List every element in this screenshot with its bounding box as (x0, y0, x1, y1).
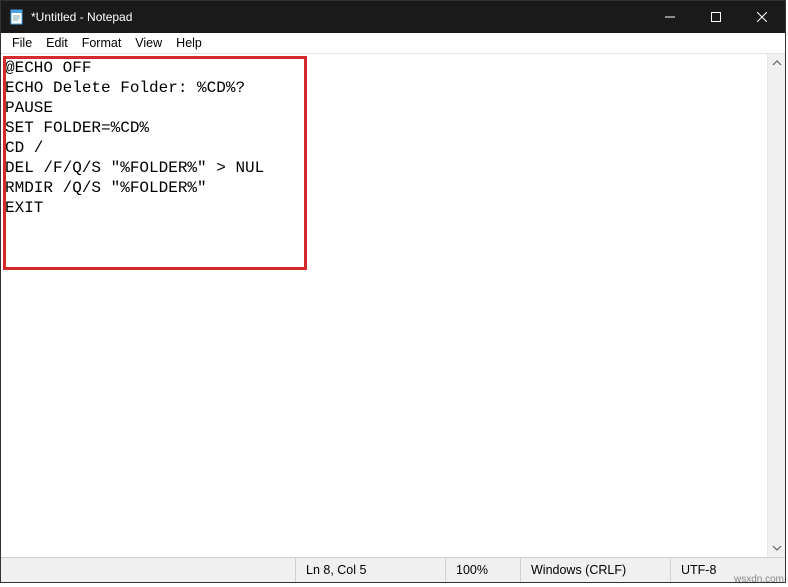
notepad-window: *Untitled - Notepad File Edit Format Vie… (0, 0, 786, 583)
window-title: *Untitled - Notepad (31, 10, 647, 24)
status-spacer (1, 558, 295, 582)
content-area: @ECHO OFF ECHO Delete Folder: %CD%? PAUS… (1, 54, 785, 557)
status-encoding: UTF-8 (670, 558, 785, 582)
menu-format[interactable]: Format (75, 34, 129, 52)
menu-view[interactable]: View (128, 34, 169, 52)
status-zoom: 100% (445, 558, 520, 582)
text-editor[interactable]: @ECHO OFF ECHO Delete Folder: %CD%? PAUS… (1, 54, 767, 557)
status-line-ending: Windows (CRLF) (520, 558, 670, 582)
menu-edit[interactable]: Edit (39, 34, 75, 52)
status-cursor-position: Ln 8, Col 5 (295, 558, 445, 582)
maximize-button[interactable] (693, 1, 739, 33)
scroll-up-icon[interactable] (772, 54, 782, 72)
titlebar[interactable]: *Untitled - Notepad (1, 1, 785, 33)
minimize-button[interactable] (647, 1, 693, 33)
menu-file[interactable]: File (5, 34, 39, 52)
vertical-scrollbar[interactable] (767, 54, 785, 557)
statusbar: Ln 8, Col 5 100% Windows (CRLF) UTF-8 (1, 557, 785, 582)
window-controls (647, 1, 785, 33)
menubar: File Edit Format View Help (1, 33, 785, 54)
close-button[interactable] (739, 1, 785, 33)
scroll-down-icon[interactable] (772, 539, 782, 557)
notepad-app-icon (9, 9, 25, 25)
menu-help[interactable]: Help (169, 34, 209, 52)
